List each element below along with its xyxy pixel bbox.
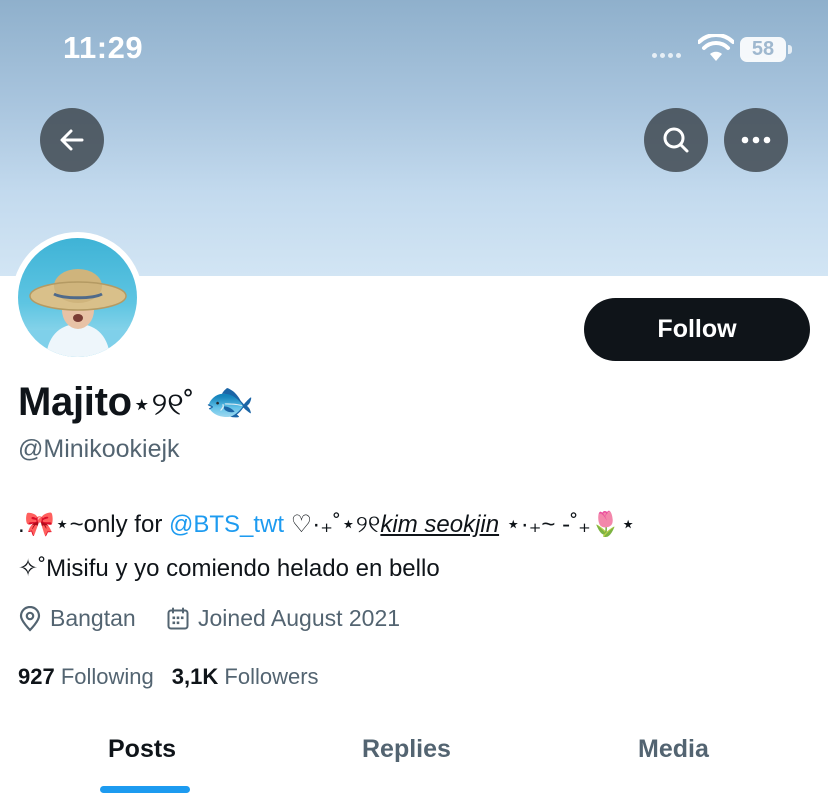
battery-indicator: 58 bbox=[740, 37, 786, 62]
follow-button[interactable]: Follow bbox=[584, 298, 810, 361]
bio-text-after-mention: ♡·₊˚⋆୨୧ bbox=[284, 511, 381, 538]
fish-emoji: 🐟 bbox=[204, 380, 255, 424]
bio-underlined-name: kim seokjin bbox=[380, 511, 500, 538]
cellular-signal-icon bbox=[652, 53, 681, 58]
tab-replies[interactable]: Replies bbox=[362, 735, 451, 764]
profile-handle: @Minikookiejk bbox=[18, 435, 180, 463]
following-label: Following bbox=[60, 664, 154, 689]
followers-link[interactable]: 3,1K Followers bbox=[172, 664, 319, 689]
bio-line-2: ✧˚Misifu y yo comiendo helado en bello bbox=[18, 555, 440, 582]
profile-display-name: Majito⋆୨୧˚ 🐟 bbox=[18, 378, 255, 425]
display-name-text: Majito bbox=[18, 380, 132, 424]
followers-label: Followers bbox=[224, 664, 319, 689]
profile-avatar[interactable] bbox=[12, 232, 143, 363]
location-pin-icon bbox=[19, 605, 41, 632]
following-link[interactable]: 927 Following bbox=[18, 664, 154, 689]
joined-text: Joined August 2021 bbox=[198, 605, 401, 631]
arrow-left-icon bbox=[60, 129, 84, 151]
bio-text-before-mention: ⋆~only for bbox=[54, 511, 169, 538]
bio-end: ⋆ bbox=[620, 511, 636, 538]
wifi-icon bbox=[698, 34, 734, 61]
more-horizontal-icon bbox=[741, 136, 771, 144]
tab-posts[interactable]: Posts bbox=[108, 735, 176, 764]
search-button[interactable] bbox=[644, 108, 708, 172]
tab-media[interactable]: Media bbox=[638, 735, 709, 764]
tulip-emoji: 🌷 bbox=[590, 511, 621, 538]
active-tab-indicator bbox=[100, 786, 190, 793]
avatar-illustration bbox=[18, 269, 137, 357]
status-bar-time: 11:29 bbox=[63, 30, 144, 65]
bio-prefix: . bbox=[18, 511, 25, 538]
location-text: Bangtan bbox=[50, 605, 136, 631]
bow-emoji: 🎀 bbox=[24, 511, 55, 538]
bio-line-1: .🎀⋆~only for @BTS_twt ♡·₊˚⋆୨୧kim seokjin… bbox=[18, 510, 636, 539]
following-count: 927 bbox=[18, 664, 55, 689]
battery-cap bbox=[788, 45, 792, 54]
avatar-photo bbox=[18, 238, 137, 357]
search-icon bbox=[663, 127, 689, 153]
profile-joined-date: Joined August 2021 bbox=[166, 605, 400, 632]
bio-suffix: ⋆·₊~ -˚₊ bbox=[499, 511, 591, 538]
profile-location: Bangtan bbox=[18, 605, 136, 632]
followers-count: 3,1K bbox=[171, 664, 219, 689]
back-button[interactable] bbox=[40, 108, 104, 172]
bio-mention-link[interactable]: @BTS_twt bbox=[169, 511, 284, 538]
profile-stats: 927 Following 3,1K Followers bbox=[18, 664, 319, 690]
more-options-button[interactable] bbox=[724, 108, 788, 172]
calendar-icon bbox=[167, 607, 189, 629]
display-name-decoration: ⋆୨୧˚ bbox=[131, 386, 194, 422]
